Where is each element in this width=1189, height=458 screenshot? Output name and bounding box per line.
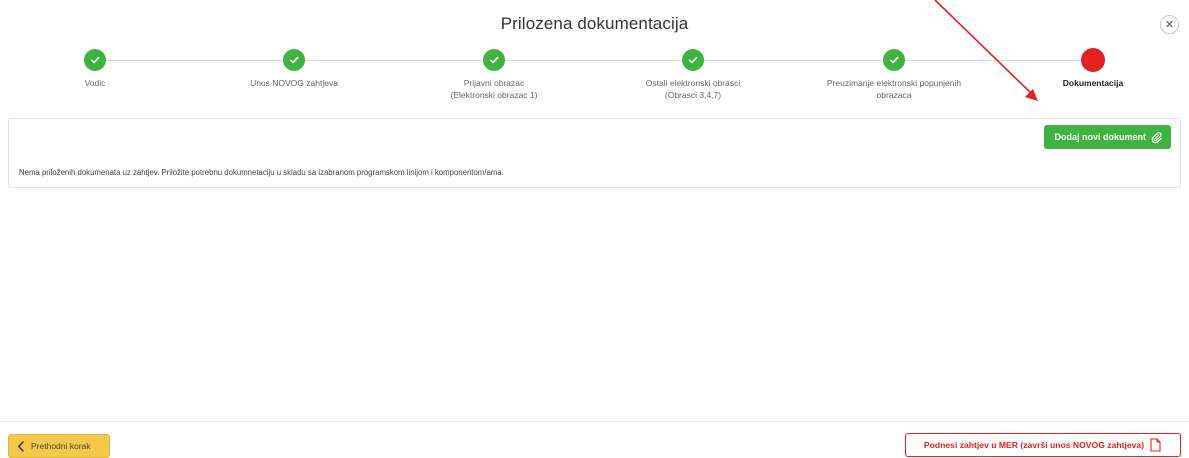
step-label: Unos NOVOG zahtjeva — [250, 78, 338, 88]
step-label: Prijavni obrazac (Elektronski obrazac 1) — [450, 78, 538, 100]
check-icon — [283, 49, 305, 71]
step-preuzimanje-obrazaca[interactable]: Preuzimanje elektronski popunjenih obraza… — [799, 49, 989, 101]
step-ostali-elektronski-obrasci[interactable]: Ostali elektronski obrasci (Obrasci 3,4,7… — [598, 49, 788, 101]
step-dokumentacija[interactable]: Dokumentacija — [998, 48, 1188, 89]
close-button[interactable]: ✕ — [1160, 15, 1179, 34]
add-document-button[interactable]: Dodaj novi dokument — [1044, 125, 1171, 149]
footer-divider — [0, 421, 1189, 422]
step-vodic[interactable]: Vodic — [0, 49, 190, 89]
step-prijavni-obrazac[interactable]: Prijavni obrazac (Elektronski obrazac 1) — [399, 49, 589, 101]
check-icon — [84, 49, 106, 71]
active-step-icon — [1081, 48, 1105, 72]
step-unos-novog-zahtjeva[interactable]: Unos NOVOG zahtjeva — [199, 49, 389, 89]
page-title: Prilozena dokumentacija — [500, 14, 689, 33]
check-icon — [483, 49, 505, 71]
empty-documents-message: Nema priloženih dokumenata uz zahtjev. P… — [19, 168, 504, 177]
submit-request-button[interactable]: Podnesi zahtjev u MER (završi unos NOVOG… — [905, 433, 1181, 457]
step-label: Preuzimanje elektronski popunjenih obraza… — [826, 78, 962, 100]
add-document-label: Dodaj novi dokument — [1054, 132, 1146, 142]
previous-step-label: Prethodni korak — [31, 441, 91, 451]
check-icon — [682, 49, 704, 71]
previous-step-button[interactable]: Prethodni korak — [8, 434, 110, 458]
step-label: Ostali elektronski obrasci (Obrasci 3,4,7… — [645, 78, 741, 100]
close-icon: ✕ — [1164, 19, 1175, 31]
paperclip-icon — [1151, 131, 1162, 143]
check-icon — [883, 49, 905, 71]
step-label: Dokumentacija — [1062, 78, 1124, 88]
stepper: Vodic Unos NOVOG zahtjeva Prijavni obraz… — [0, 48, 1189, 119]
step-label: Vodic — [84, 78, 106, 88]
document-icon — [1150, 438, 1161, 452]
chevron-left-icon — [18, 440, 24, 452]
documents-panel: Dodaj novi dokument Nema priloženih doku… — [8, 118, 1181, 188]
submit-request-label: Podnesi zahtjev u MER (završi unos NOVOG… — [923, 440, 1145, 450]
